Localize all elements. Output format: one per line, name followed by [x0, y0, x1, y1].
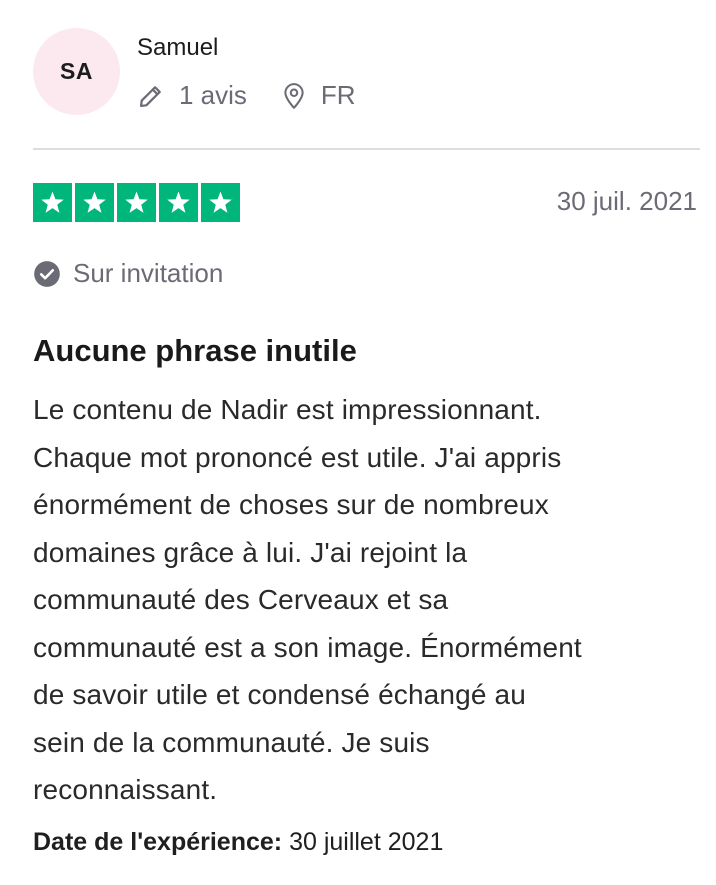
avatar[interactable]: SA: [33, 28, 120, 115]
star-icon: [75, 183, 114, 222]
experience-date: Date de l'expérience: 30 juillet 2021: [33, 828, 443, 857]
reviewer-meta: 1 avis FR: [137, 80, 356, 111]
reviews-count: 1 avis: [137, 80, 247, 111]
invitation-badge[interactable]: Sur invitation: [33, 258, 223, 289]
star-icon: [117, 183, 156, 222]
country-label: FR: [320, 80, 356, 110]
star-icon: [201, 183, 240, 222]
reviews-count-label: 1 avis: [179, 80, 247, 110]
reviewer-header: SA Samuel 1 avis FR: [33, 28, 703, 118]
reviewer-country: FR: [281, 80, 356, 111]
location-pin-icon: [281, 82, 307, 110]
review-body-line: Chaque mot prononcé est utile. J'ai appr…: [33, 441, 562, 473]
review-body: Le contenu de Nadir est impressionnant. C…: [33, 386, 713, 814]
star-icon: [33, 183, 72, 222]
review-body-line: Le contenu de Nadir est impressionnant.: [33, 394, 542, 425]
experience-date-label: Date de l'expérience:: [33, 828, 283, 856]
review-body-line: reconnaissant.: [33, 774, 218, 805]
review-date: 30 juil. 2021: [556, 186, 697, 216]
review-body-line: communauté des Cerveaux et sa: [33, 584, 449, 615]
divider: [33, 148, 700, 150]
pencil-icon: [137, 82, 165, 110]
star-icon: [159, 183, 198, 222]
star-rating: [33, 183, 240, 222]
review-card: SA Samuel 1 avis FR 30 juil. 2021 Sur in…: [0, 0, 716, 885]
review-body-line: sein de la communauté. Je suis: [33, 726, 430, 758]
experience-date-value: 30 juillet 2021: [289, 828, 444, 856]
check-circle-icon: [33, 260, 61, 288]
invitation-label: Sur invitation: [73, 258, 224, 288]
review-body-line: communauté est a son image. Énormément: [33, 631, 582, 663]
review-body-line: énormément de choses sur de nombreux: [33, 489, 549, 520]
reviewer-name[interactable]: Samuel: [137, 34, 218, 62]
review-body-line: domaines grâce à lui. J'ai rejoint la: [33, 536, 468, 568]
review-body-line: de savoir utile et condensé échangé au: [33, 679, 526, 710]
review-title[interactable]: Aucune phrase inutile: [33, 333, 357, 369]
